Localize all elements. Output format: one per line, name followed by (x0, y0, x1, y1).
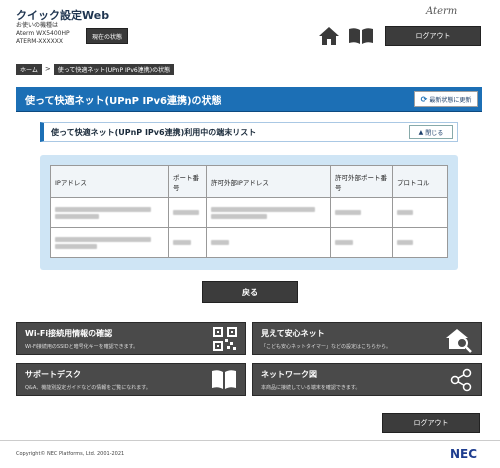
page-title-bar: 使って快適ネット(UPnP IPv6連携)の状態 ⟳ 最新状態に更新 (16, 87, 482, 112)
device-table: IPアドレス ポート番号 許可外部IPアドレス 許可外部ポート番号 プロトコル (50, 165, 448, 258)
safe-network-card[interactable]: 見えて安心ネット 「こども安心ネットタイマー」などの設定はこちらから。 (252, 322, 482, 355)
cell-allowed-ip (206, 197, 331, 228)
device-list-panel: IPアドレス ポート番号 許可外部IPアドレス 許可外部ポート番号 プロトコル (40, 155, 458, 270)
home-icon[interactable] (318, 26, 340, 46)
table-row (50, 197, 448, 228)
model-name: Aterm WX5400HP (16, 30, 70, 37)
table-header-row: IPアドレス ポート番号 許可外部IPアドレス 許可外部ポート番号 プロトコル (50, 165, 448, 198)
network-map-card[interactable]: ネットワーク図 本商品に接続している端末を確認できます。 (252, 363, 482, 396)
section-header: 使って快適ネット(UPnP IPv6連携)利用中の端末リスト ▲ 閉じる (40, 122, 458, 142)
copyright-text: Copyright© NEC Platforms, Ltd. 2001-2021 (16, 451, 125, 457)
wifi-info-card[interactable]: Wi-Fi接続用情報の確認 Wi-Fi接続用のSSIDと暗号化キーを確認できます… (16, 322, 246, 355)
manual-book-icon[interactable] (348, 27, 374, 45)
close-label: 閉じる (425, 129, 444, 137)
cell-allowed-port (330, 227, 393, 258)
col-port: ポート番号 (168, 165, 207, 198)
support-desk-title: サポートデスク (25, 370, 81, 379)
breadcrumb-home[interactable]: ホーム (16, 63, 42, 75)
logout-button-bottom[interactable]: ログアウト (382, 413, 480, 433)
book-icon (212, 370, 236, 389)
network-map-desc: 本商品に接続している端末を確認できます。 (261, 385, 361, 391)
cell-protocol (392, 197, 448, 228)
current-status-button[interactable]: 現在の状態 (86, 28, 128, 44)
wifi-info-title: Wi-Fi接続用情報の確認 (25, 329, 113, 338)
model-id: ATERM-XXXXXX (16, 38, 63, 45)
refresh-icon: ⟳ (420, 94, 428, 104)
cell-allowed-port (330, 197, 393, 228)
back-button[interactable]: 戻る (202, 281, 298, 303)
cell-protocol (392, 227, 448, 258)
section-title: 使って快適ネット(UPnP IPv6連携)利用中の端末リスト (51, 128, 257, 137)
chevron-up-icon: ▲ (418, 128, 424, 136)
support-desk-desc: Q&A、機能別設定ガイドなどの情報をご覧になれます。 (25, 385, 151, 391)
col-allowed-port: 許可外部ポート番号 (330, 165, 393, 198)
house-search-icon (446, 329, 472, 353)
footer: Copyright© NEC Platforms, Ltd. 2001-2021… (0, 440, 500, 468)
safe-network-title: 見えて安心ネット (261, 329, 325, 338)
share-network-icon (450, 368, 472, 392)
table-row (50, 227, 448, 258)
logout-button-top[interactable]: ログアウト (385, 26, 481, 46)
support-desk-card[interactable]: サポートデスク Q&A、機能別設定ガイドなどの情報をご覧になれます。 (16, 363, 246, 396)
refresh-button[interactable]: ⟳ 最新状態に更新 (414, 91, 478, 107)
safe-network-desc: 「こども安心ネットタイマー」などの設定はこちらから。 (261, 344, 392, 350)
cell-port (168, 227, 207, 258)
model-label: お使いの機種は (16, 22, 59, 29)
cell-ip (50, 197, 169, 228)
col-allowed-ip: 許可外部IPアドレス (206, 165, 331, 198)
network-map-title: ネットワーク図 (261, 370, 317, 379)
page-title: 使って快適ネット(UPnP IPv6連携)の状態 (25, 96, 222, 107)
breadcrumb-current: 使って快適ネット(UPnP IPv6連携)の状態 (53, 63, 175, 75)
cell-allowed-ip (206, 227, 331, 258)
col-ip-address: IPアドレス (50, 165, 169, 198)
nec-logo: NEC (450, 447, 478, 461)
header: クイック設定Web お使いの機種は Aterm WX5400HP ATERM-X… (0, 0, 500, 52)
cell-ip (50, 227, 169, 258)
app-title: クイック設定Web (16, 9, 110, 22)
col-protocol: プロトコル (392, 165, 448, 198)
wifi-info-desc: Wi-Fi接続用のSSIDと暗号化キーを確認できます。 (25, 344, 139, 350)
refresh-label: 最新状態に更新 (429, 96, 472, 104)
cell-port (168, 197, 207, 228)
breadcrumb-separator: > (44, 65, 51, 73)
aterm-logo: Aterm (426, 6, 458, 17)
breadcrumb: ホーム > 使って快適ネット(UPnP IPv6連携)の状態 (16, 63, 175, 75)
qr-code-icon (213, 327, 237, 351)
close-button[interactable]: ▲ 閉じる (409, 125, 453, 139)
